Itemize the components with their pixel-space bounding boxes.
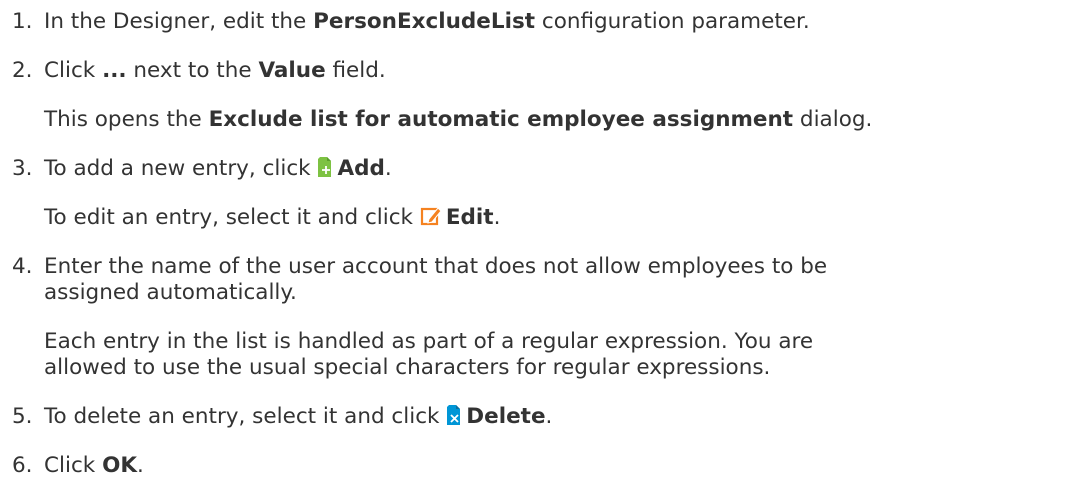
step-3-note: To edit an entry, select it and click Ed… — [44, 205, 500, 234]
edit-label: Edit — [445, 205, 494, 230]
parameter-name: PersonExcludeList — [313, 9, 536, 34]
step-text: Click ... next to the Value field. — [44, 58, 386, 83]
step-number: 4. — [12, 254, 33, 279]
add-label: Add — [337, 156, 385, 181]
ellipsis-button-label: ... — [102, 58, 127, 83]
step-2-note: This opens the Exclude list for automati… — [44, 107, 873, 132]
edit-pencil-icon — [420, 205, 442, 234]
step-text: Click OK. — [44, 453, 144, 478]
delete-label: Delete — [466, 404, 546, 429]
step-number: 1. — [12, 9, 33, 34]
field-name: Value — [258, 58, 326, 83]
step-text-line-2: assigned automatically. — [44, 280, 297, 305]
step-text: To add a new entry, click Add. — [44, 156, 392, 185]
step-4-note-line-2: allowed to use the usual special charact… — [44, 355, 771, 380]
add-document-icon — [317, 156, 333, 185]
step-number: 5. — [12, 404, 33, 429]
ok-label: OK — [102, 453, 138, 478]
step-text: In the Designer, edit the PersonExcludeL… — [44, 9, 810, 34]
step-4-note-line-1: Each entry in the list is handled as par… — [44, 329, 814, 354]
dialog-name: Exclude list for automatic employee assi… — [208, 107, 794, 132]
step-number: 2. — [12, 58, 33, 83]
step-text: To delete an entry, select it and click … — [44, 404, 552, 433]
step-number: 6. — [12, 453, 33, 478]
step-number: 3. — [12, 156, 33, 181]
delete-document-icon — [446, 404, 462, 433]
step-text-line-1: Enter the name of the user account that … — [44, 254, 828, 279]
